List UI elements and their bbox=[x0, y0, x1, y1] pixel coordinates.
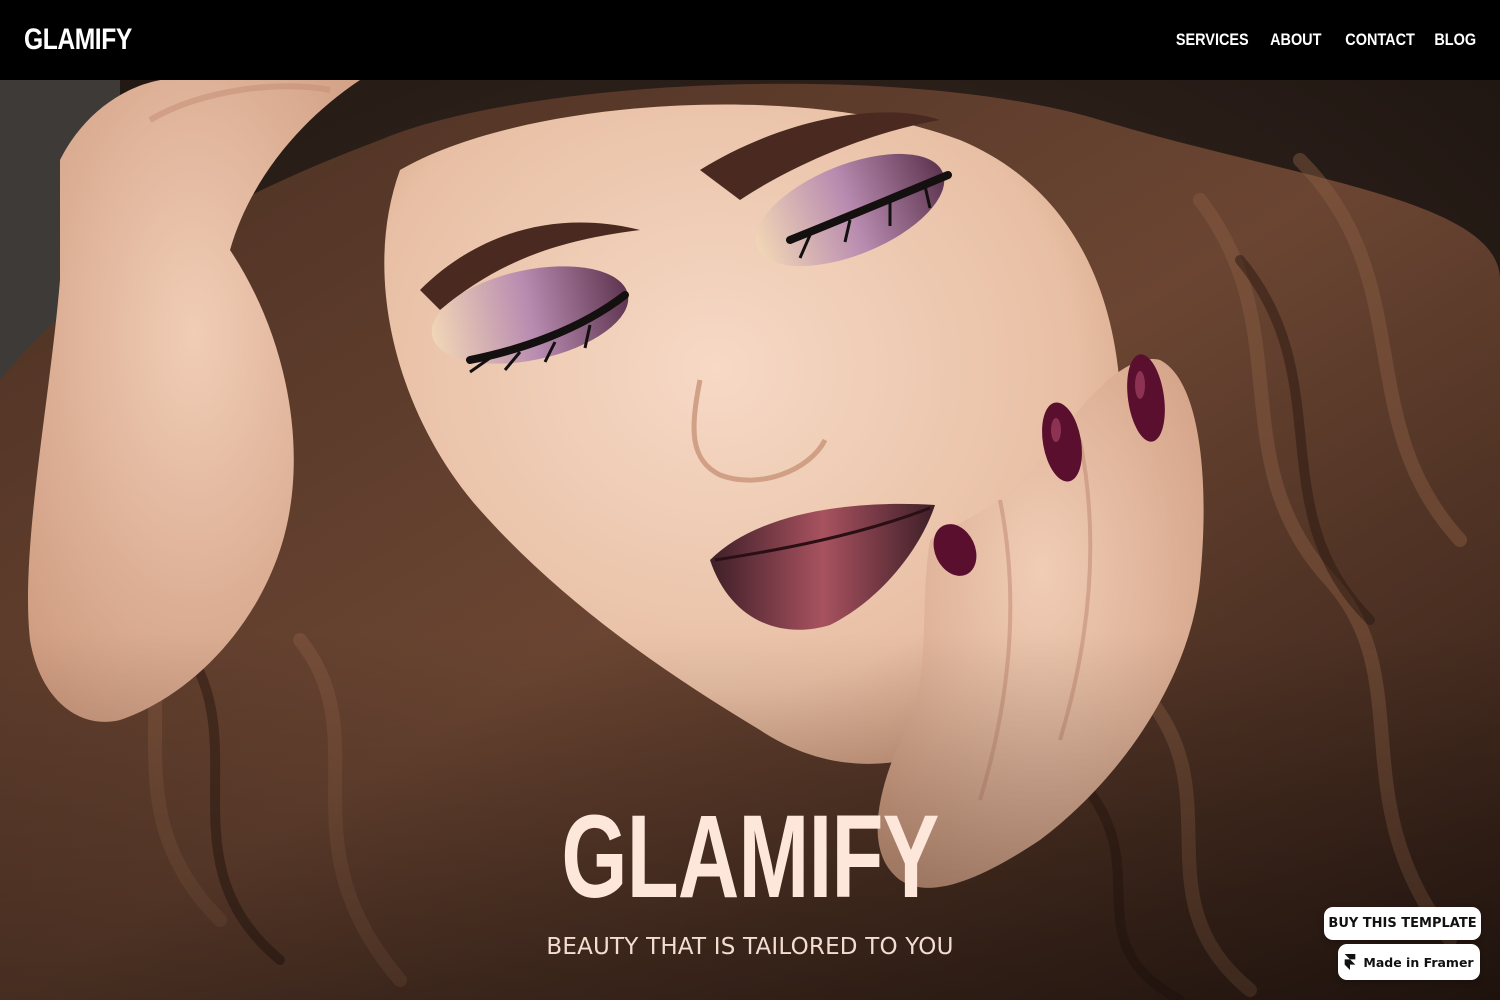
nav-link-contact[interactable]: CONTACT bbox=[1345, 30, 1415, 50]
site-logo[interactable]: GLAMIFY bbox=[24, 23, 132, 57]
hero-title: GLAMIFY bbox=[561, 791, 939, 923]
made-in-framer-badge[interactable]: Made in Framer bbox=[1338, 944, 1480, 980]
nav-link-blog[interactable]: BLOG bbox=[1434, 30, 1476, 50]
hero-subtitle: BEAUTY THAT IS TAILORED TO YOU bbox=[546, 934, 954, 960]
nav-link-about[interactable]: ABOUT bbox=[1270, 30, 1321, 50]
nav-link-services[interactable]: SERVICES bbox=[1176, 30, 1249, 50]
framer-badge-label: Made in Framer bbox=[1363, 954, 1474, 970]
top-navigation-bar: GLAMIFY SERVICES ABOUT CONTACT BLOG bbox=[0, 0, 1500, 80]
hero-section: GLAMIFY BEAUTY THAT IS TAILORED TO YOU bbox=[0, 80, 1500, 1000]
buy-template-button[interactable]: BUY THIS TEMPLATE bbox=[1324, 907, 1481, 940]
nav-links: SERVICES ABOUT CONTACT BLOG bbox=[1151, 30, 1476, 50]
framer-logo-icon bbox=[1345, 954, 1356, 970]
